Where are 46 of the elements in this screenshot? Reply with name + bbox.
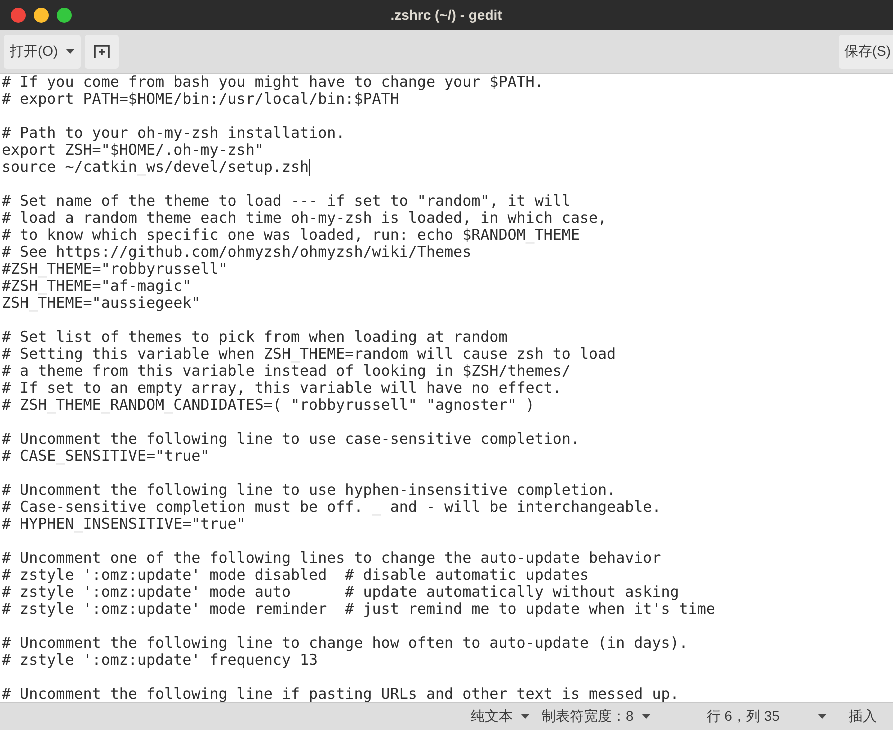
code-line: # zstyle ':omz:update' mode reminder # just remind me to update when it's time	[2, 601, 716, 618]
code-line: # HYPHEN_INSENSITIVE="true"	[2, 516, 246, 533]
code-line: # export PATH=$HOME/bin:/usr/local/bin:$PATH	[2, 91, 400, 108]
code-line: # See https://github.com/ohmyzsh/ohmyzsh/wiki/Themes	[2, 244, 472, 261]
code-line: # a theme from this variable instead of looking in $ZSH/themes/	[2, 363, 571, 380]
code-line: # Set name of the theme to load --- if set to "random", it will	[2, 193, 571, 210]
code-line: #ZSH_THEME="robbyrussell"	[2, 261, 228, 278]
cursor-position: 行 6，列 35	[706, 707, 780, 726]
code-line: # Uncomment the following line if pasting URLs and other text is messed up.	[2, 686, 680, 702]
code-line: # Case-sensitive completion must be off. _ and - will be interchangeable.	[2, 499, 662, 516]
caret-icon	[642, 714, 651, 719]
caret-icon	[521, 714, 530, 719]
code-line: ZSH_THEME="aussiegeek"	[2, 295, 201, 312]
code-line: # Set list of themes to pick from when loading at random	[2, 329, 508, 346]
maximize-button[interactable]	[57, 8, 72, 22]
code-line: # ZSH_THEME_RANDOM_CANDIDATES=( "robbyrussell" "agnoster" )	[2, 397, 535, 414]
save-button[interactable]: 保存(S)	[839, 34, 893, 68]
caret-icon	[66, 49, 76, 54]
code-line: source ~/catkin_ws/devel/setup.zsh	[2, 159, 310, 176]
code-line: export ZSH="$HOME/.oh-my-zsh"	[2, 142, 264, 159]
code-line: #ZSH_THEME="af-magic"	[2, 278, 192, 295]
minimize-button[interactable]	[34, 8, 49, 22]
language-dropdown[interactable]: 纯文本	[471, 706, 530, 727]
insert-mode: 插入	[848, 707, 877, 726]
code-line: # to know which specific one was loaded, run: echo $RANDOM_THEME	[2, 227, 580, 244]
code-line: # load a random theme each time oh-my-zsh is loaded, in which case,	[2, 210, 608, 227]
new-tab-icon	[94, 44, 110, 58]
text-cursor	[309, 159, 310, 176]
code-line: # Uncomment the following line to change how often to auto-update (in days).	[2, 635, 688, 652]
new-document-button[interactable]	[85, 34, 120, 68]
code-line: # Uncomment the following line to use hyphen-insensitive completion.	[2, 482, 616, 499]
code-line: # Uncomment one of the following lines to change the auto-update behavior	[2, 550, 662, 567]
caret-icon	[818, 714, 827, 719]
close-button[interactable]	[11, 8, 26, 22]
code-line: # zstyle ':omz:update' mode auto # update automatically without asking	[2, 584, 680, 601]
code-line: # Setting this variable when ZSH_THEME=random will cause zsh to load	[2, 346, 616, 363]
open-button[interactable]: 打开(O)	[4, 34, 82, 68]
code-line: # If you come from bash you might have to change your $PATH.	[2, 74, 544, 91]
code-line: # zstyle ':omz:update' frequency 13	[2, 652, 318, 669]
code-line: # Uncomment the following line to use case-sensitive completion.	[2, 431, 580, 448]
window-title: .zshrc (~/) - gedit	[390, 6, 502, 25]
code-line: # CASE_SENSITIVE="true"	[2, 448, 210, 465]
code-line: # If set to an empty array, this variable will have no effect.	[2, 380, 562, 397]
code-line: # Path to your oh-my-zsh installation.	[2, 125, 346, 142]
tab-width-dropdown[interactable]: 制表符宽度：8	[542, 706, 651, 727]
code-line: # zstyle ':omz:update' mode disabled # disable automatic updates	[2, 567, 589, 584]
